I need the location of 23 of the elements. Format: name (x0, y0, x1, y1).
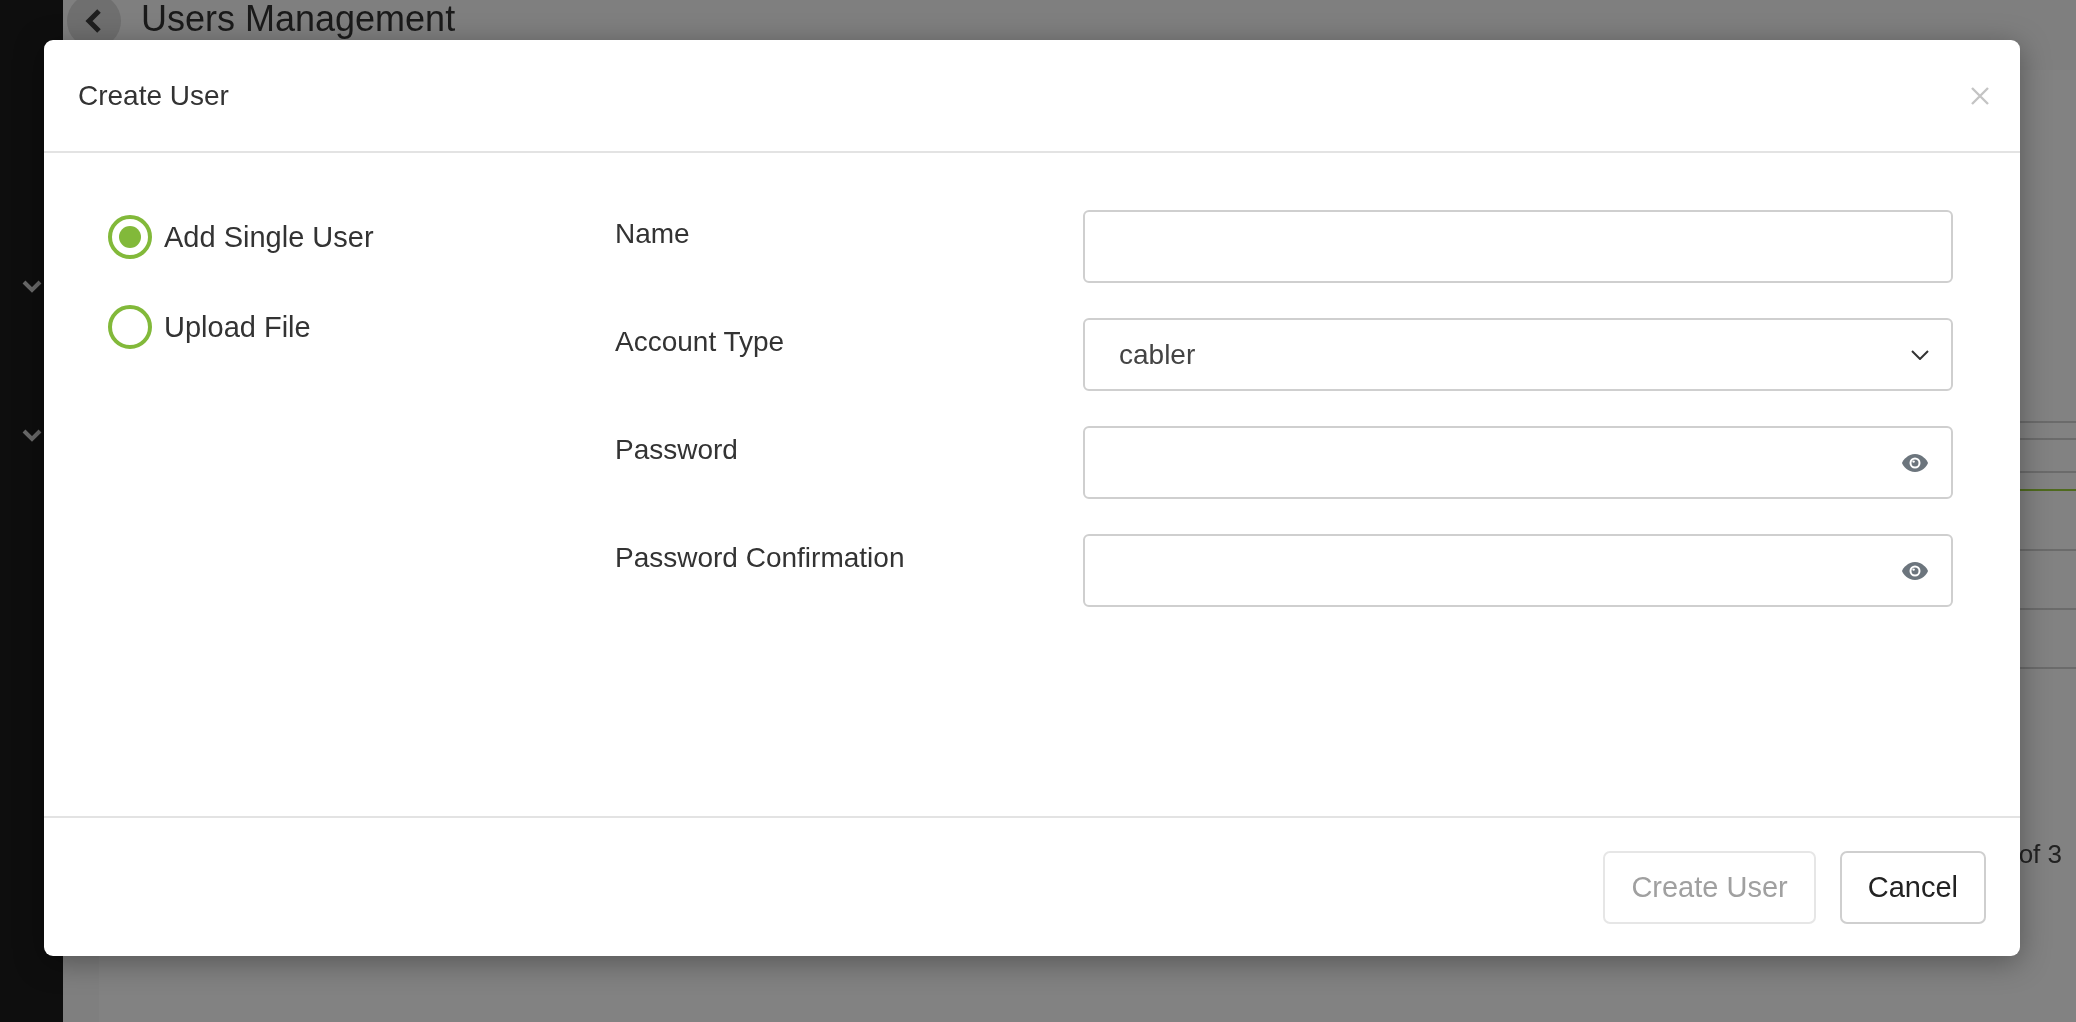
account-type-select[interactable]: cabler (1083, 318, 1953, 391)
chevron-down-icon (1911, 349, 1929, 360)
radio-option[interactable]: Upload File (108, 305, 311, 349)
chevron-left-icon (84, 8, 104, 34)
radio-option[interactable]: Add Single User (108, 215, 374, 259)
page-title: Users Management (141, 0, 456, 38)
close-icon[interactable] (1970, 85, 1990, 106)
dialog-title: Create User (78, 79, 229, 112)
eye-icon[interactable] (1901, 452, 1929, 473)
field-label: Password (615, 433, 739, 466)
radio-button[interactable] (108, 215, 152, 259)
field-label: Password Confirmation (615, 541, 906, 574)
cancel-button[interactable]: Cancel (1839, 850, 1986, 924)
pagination-text: of 3 (2018, 839, 2062, 870)
chevron-down-icon[interactable] (21, 280, 42, 294)
text-field[interactable] (1083, 210, 1953, 283)
chevron-down-icon[interactable] (21, 429, 42, 443)
radio-button[interactable] (108, 305, 152, 349)
eye-icon[interactable] (1901, 560, 1929, 581)
field-label: Name (615, 217, 691, 250)
password-field[interactable] (1083, 426, 1953, 499)
field-label: Account Type (615, 325, 786, 358)
password-field[interactable] (1083, 534, 1953, 607)
